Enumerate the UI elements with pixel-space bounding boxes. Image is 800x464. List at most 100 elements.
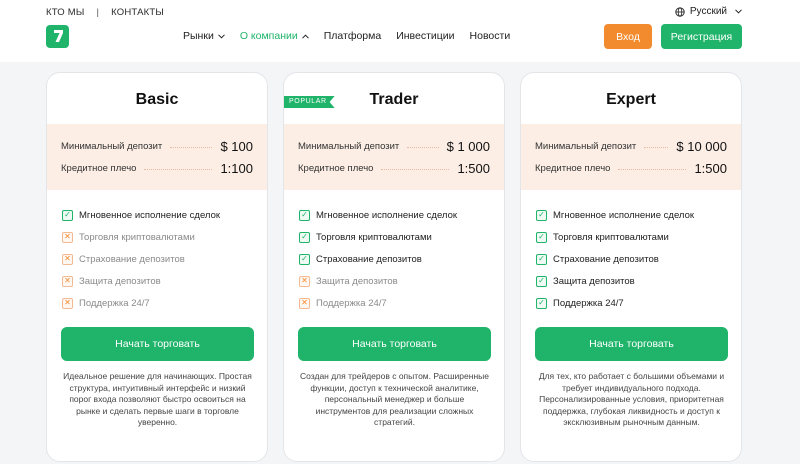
min-deposit-value: $ 100 xyxy=(220,139,253,154)
start-trading-button[interactable]: Начать торговать xyxy=(61,327,254,361)
language-label: Русский xyxy=(689,6,727,17)
nav-about[interactable]: О компании xyxy=(240,30,309,42)
feature-label: Мгновенное исполнение сделок xyxy=(553,209,695,221)
dotted-leader xyxy=(170,147,213,148)
feature-item: ✓ Страхование депозитов xyxy=(536,248,731,270)
min-deposit-row: Минимальный депозит $ 10 000 xyxy=(535,139,727,154)
nav-investments[interactable]: Инвестиции xyxy=(396,30,454,42)
cross-icon: ✕ xyxy=(299,297,310,309)
leverage-value: 1:500 xyxy=(457,161,490,176)
min-deposit-label: Минимальный депозит xyxy=(61,141,163,152)
feature-label: Страхование депозитов xyxy=(79,253,185,265)
feature-label: Поддержка 24/7 xyxy=(79,297,150,309)
check-icon: ✓ xyxy=(299,231,310,243)
cross-icon: ✕ xyxy=(62,275,73,287)
check-icon: ✓ xyxy=(536,297,547,309)
check-icon: ✓ xyxy=(62,209,73,221)
site-header: КТО МЫ | КОНТАКТЫ Русский Рынки О компан… xyxy=(0,0,800,62)
dotted-leader xyxy=(381,169,450,170)
start-trading-button[interactable]: Начать торговать xyxy=(298,327,491,361)
check-icon: ✓ xyxy=(536,253,547,265)
link-about[interactable]: КТО МЫ xyxy=(46,7,84,18)
plan-card-expert: Expert Минимальный депозит $ 10 000 Кред… xyxy=(520,72,742,462)
feature-item: ✓ Торговля криптовалютами xyxy=(536,226,731,248)
feature-label: Мгновенное исполнение сделок xyxy=(79,209,221,221)
feature-label: Мгновенное исполнение сделок xyxy=(316,209,458,221)
plan-description: Для тех, кто работает с большими объемам… xyxy=(538,371,725,428)
nav-platform[interactable]: Платформа xyxy=(324,30,381,42)
start-trading-button[interactable]: Начать торговать xyxy=(535,327,728,361)
leverage-label: Кредитное плечо xyxy=(61,163,137,174)
leverage-value: 1:100 xyxy=(220,161,253,176)
chevron-down-icon xyxy=(217,33,225,39)
cross-icon: ✕ xyxy=(62,231,73,243)
plan-title: Trader xyxy=(369,91,419,108)
nav-news-label: Новости xyxy=(469,30,511,42)
feature-item: ✓ Страхование депозитов xyxy=(299,248,494,270)
feature-label: Торговля криптовалютами xyxy=(553,231,669,243)
feature-list: ✓ Мгновенное исполнение сделок ✓ Торговля к… xyxy=(536,204,731,314)
nav-investments-label: Инвестиции xyxy=(396,30,455,42)
check-icon: ✓ xyxy=(536,231,547,243)
leverage-label: Кредитное плечо xyxy=(298,163,374,174)
min-deposit-label: Минимальный депозит xyxy=(298,141,400,152)
register-button[interactable]: Регистрация xyxy=(661,24,742,49)
nav-news[interactable]: Новости xyxy=(470,30,511,42)
feature-item: ✓ Мгновенное исполнение сделок xyxy=(62,204,257,226)
check-icon: ✓ xyxy=(299,209,310,221)
feature-list: ✓ Мгновенное исполнение сделок ✕ Торговля к… xyxy=(62,204,257,314)
chevron-down-icon xyxy=(735,9,742,14)
nav-markets[interactable]: Рынки xyxy=(183,30,225,42)
logo-icon[interactable] xyxy=(46,25,69,48)
globe-icon xyxy=(675,6,685,17)
feature-label: Поддержка 24/7 xyxy=(316,297,387,309)
feature-label: Страхование депозитов xyxy=(316,253,422,265)
cross-icon: ✕ xyxy=(62,297,73,309)
min-deposit-row: Минимальный депозит $ 100 xyxy=(61,139,253,154)
plan-description: Создан для трейдеров с опытом. Расширенн… xyxy=(300,371,489,428)
plan-terms: Минимальный депозит $ 100 Кредитное плеч… xyxy=(47,124,267,190)
plan-terms: Минимальный депозит $ 10 000 Кредитное п… xyxy=(521,124,741,190)
leverage-row: Кредитное плечо 1:500 xyxy=(298,161,490,176)
chevron-up-icon xyxy=(301,33,309,39)
plan-terms: Минимальный депозит $ 1 000 Кредитное пл… xyxy=(284,124,504,190)
dotted-leader xyxy=(644,147,669,148)
feature-item: ✓ Торговля криптовалютами xyxy=(299,226,494,248)
plan-card-trader: POPULAR Trader Минимальный депозит $ 1 0… xyxy=(283,72,505,462)
leverage-row: Кредитное плечо 1:100 xyxy=(61,161,253,176)
plan-card-basic: Basic Минимальный депозит $ 100 Кредитно… xyxy=(46,72,268,462)
feature-list: ✓ Мгновенное исполнение сделок ✓ Торговля к… xyxy=(299,204,494,314)
plan-title: Basic xyxy=(135,91,179,108)
dotted-leader xyxy=(144,169,213,170)
feature-label: Торговля криптовалютами xyxy=(316,231,432,243)
nav-about-label: О компании xyxy=(239,30,298,42)
cross-icon: ✕ xyxy=(299,275,310,287)
feature-label: Защита депозитов xyxy=(79,275,161,287)
language-selector[interactable]: Русский xyxy=(675,6,742,17)
feature-label: Защита депозитов xyxy=(316,275,398,287)
top-links-separator: | xyxy=(96,7,100,18)
check-icon: ✓ xyxy=(536,209,547,221)
feature-label: Поддержка 24/7 xyxy=(553,297,624,309)
dotted-leader xyxy=(407,147,439,148)
nav-markets-label: Рынки xyxy=(183,30,214,42)
cross-icon: ✕ xyxy=(62,253,73,265)
main-nav: Рынки О компании Платформа Инвестиции Но… xyxy=(183,30,510,42)
nav-platform-label: Платформа xyxy=(323,30,382,42)
min-deposit-value: $ 1 000 xyxy=(446,139,490,154)
feature-item: ✓ Защита депозитов xyxy=(536,270,731,292)
min-deposit-label: Минимальный депозит xyxy=(535,141,637,152)
feature-item: ✕ Страхование депозитов xyxy=(62,248,257,270)
dotted-leader xyxy=(618,169,687,170)
login-button[interactable]: Вход xyxy=(604,24,652,49)
feature-label: Страхование депозитов xyxy=(553,253,659,265)
leverage-label: Кредитное плечо xyxy=(535,163,611,174)
top-links: КТО МЫ | КОНТАКТЫ xyxy=(46,7,164,18)
leverage-row: Кредитное плечо 1:500 xyxy=(535,161,727,176)
min-deposit-value: $ 10 000 xyxy=(676,139,727,154)
link-contacts[interactable]: КОНТАКТЫ xyxy=(111,7,164,18)
plan-description: Идеальное решение для начинающих. Проста… xyxy=(63,371,252,428)
feature-item: ✕ Торговля криптовалютами xyxy=(62,226,257,248)
min-deposit-row: Минимальный депозит $ 1 000 xyxy=(298,139,490,154)
feature-item: ✓ Поддержка 24/7 xyxy=(536,292,731,314)
